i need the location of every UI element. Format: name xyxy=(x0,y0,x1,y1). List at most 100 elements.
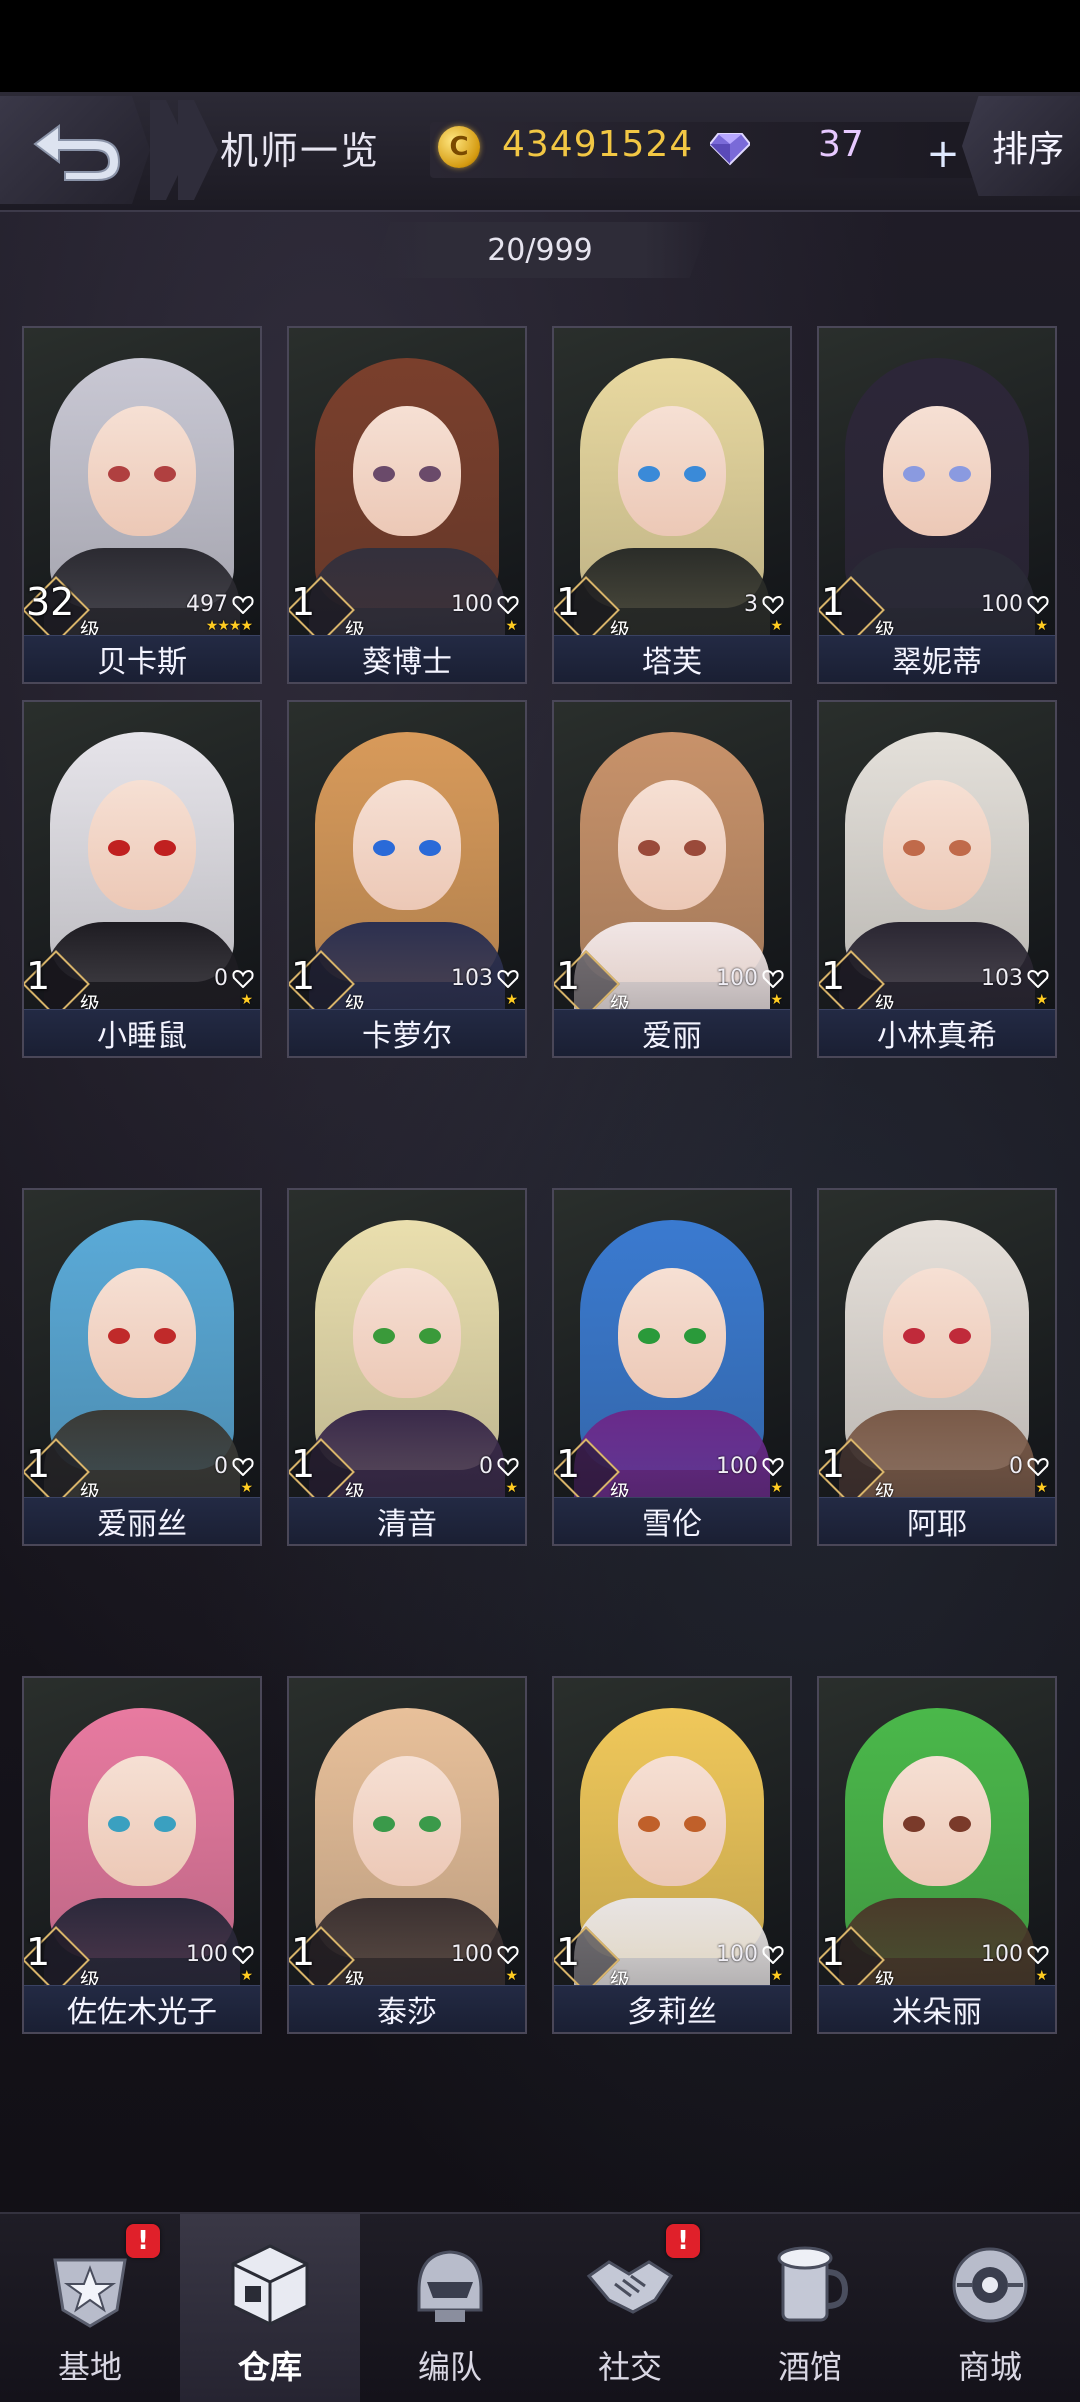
level-badge: 1级 xyxy=(819,1926,895,1994)
pilot-stat: 0 xyxy=(214,966,254,991)
stat-value: 103 xyxy=(981,966,1023,991)
star-rating: ★ xyxy=(505,1480,518,1496)
pilot-stat: 100 xyxy=(716,1942,784,1967)
warehouse-box-icon xyxy=(231,2244,309,2326)
handshake-icon xyxy=(586,2260,674,2314)
star-rating: ★ xyxy=(240,992,253,1008)
level-number: 1 xyxy=(821,954,846,998)
portrait-face xyxy=(88,1268,196,1398)
affection-heart-icon xyxy=(762,1457,784,1476)
level-number: 1 xyxy=(26,1930,51,1974)
nav-social[interactable]: 社交 ! xyxy=(540,2214,720,2402)
stat-value: 100 xyxy=(981,592,1023,617)
nav-formation[interactable]: 编队 xyxy=(360,2214,540,2402)
pilot-name: 多莉丝 xyxy=(554,1985,790,2032)
affection-heart-icon xyxy=(1027,595,1049,614)
pilot-card[interactable]: 32 级 497 ★★★★ 贝卡斯 xyxy=(22,326,262,684)
portrait-eye xyxy=(419,466,441,482)
pilot-card[interactable]: 1 级 103 ★ 卡萝尔 xyxy=(287,700,527,1058)
portrait-eye xyxy=(684,1816,706,1832)
nav-label: 商城 xyxy=(957,2348,1022,2386)
portrait-eye xyxy=(684,1328,706,1344)
level-number: 1 xyxy=(26,1442,51,1486)
page-title: 机师一览 xyxy=(220,129,381,173)
alert-badge: ! xyxy=(666,2224,700,2258)
portrait-eye xyxy=(903,1816,925,1832)
pilot-stat: 0 xyxy=(479,1454,519,1479)
pilot-card[interactable]: 1 级 100 ★ 米朵丽 xyxy=(817,1676,1057,2034)
portrait-face xyxy=(618,1756,726,1886)
affection-heart-icon xyxy=(497,1945,519,1964)
level-badge: 1级 xyxy=(819,576,895,644)
sort-button[interactable]: 排序 xyxy=(962,96,1080,196)
level-number: 1 xyxy=(821,1930,846,1974)
star-rating: ★ xyxy=(1035,618,1048,634)
pilot-card[interactable]: 1 级 100 ★ 翠妮蒂 xyxy=(817,326,1057,684)
pilot-card[interactable]: 1 级 103 ★ 小林真希 xyxy=(817,700,1057,1058)
level-badge: 1级 xyxy=(819,1438,895,1506)
nav-tavern[interactable]: 酒馆 xyxy=(720,2214,900,2402)
level-number: 1 xyxy=(291,954,316,998)
pilot-card[interactable]: 1 级 100 ★ 泰莎 xyxy=(287,1676,527,2034)
level-badge: 1级 xyxy=(554,576,630,644)
pilot-name: 卡萝尔 xyxy=(289,1009,525,1056)
portrait-eye xyxy=(108,1328,130,1344)
level-badge: 1级 xyxy=(289,1438,365,1506)
portrait-eye xyxy=(419,1328,441,1344)
pilot-stat: 100 xyxy=(981,1942,1049,1967)
pilot-card[interactable]: 1 级 100 ★ 葵博士 xyxy=(287,326,527,684)
portrait-face xyxy=(618,1268,726,1398)
pilot-card[interactable]: 1 级 0 ★ 爱丽丝 xyxy=(22,1188,262,1546)
back-button[interactable] xyxy=(0,96,150,204)
alert-badge: ! xyxy=(126,2224,160,2258)
nav-warehouse[interactable]: 仓库 xyxy=(180,2214,360,2402)
star-rating: ★ xyxy=(505,1968,518,1984)
affection-heart-icon xyxy=(497,1457,519,1476)
portrait-face xyxy=(618,406,726,536)
pilot-name: 清音 xyxy=(289,1497,525,1544)
stat-value: 100 xyxy=(716,966,758,991)
level-number: 1 xyxy=(291,580,316,624)
pilot-card[interactable]: 1 级 100 ★ 雪伦 xyxy=(552,1188,792,1546)
nav-base[interactable]: 基地 ! xyxy=(0,2214,180,2402)
level-number: 1 xyxy=(26,954,51,998)
level-number: 1 xyxy=(291,1442,316,1486)
portrait-eye xyxy=(949,466,971,482)
pilot-stat: 0 xyxy=(1009,1454,1049,1479)
portrait-eye xyxy=(373,1328,395,1344)
portrait-eye xyxy=(154,840,176,856)
shop-orb-icon xyxy=(952,2247,1028,2323)
star-rating: ★ xyxy=(240,1968,253,1984)
level-badge: 1级 xyxy=(554,1926,630,1994)
level-badge: 1级 xyxy=(289,576,365,644)
portrait-eye xyxy=(638,1816,660,1832)
pilot-card[interactable]: 1 级 100 ★ 佐佐木光子 xyxy=(22,1676,262,2034)
pilot-name: 佐佐木光子 xyxy=(24,1985,260,2032)
formation-helmet-icon xyxy=(417,2250,483,2322)
pilot-card[interactable]: 1 级 100 ★ 爱丽 xyxy=(552,700,792,1058)
portrait-face xyxy=(353,1268,461,1398)
star-rating: ★ xyxy=(770,618,783,634)
add-gems-button[interactable]: + xyxy=(920,131,966,177)
pilot-card[interactable]: 1 级 0 ★ 小睡鼠 xyxy=(22,700,262,1058)
pilot-card[interactable]: 1 级 0 ★ 阿耶 xyxy=(817,1188,1057,1546)
nav-label: 酒馆 xyxy=(777,2348,842,2386)
level-number: 32 xyxy=(26,580,75,624)
pilot-card[interactable]: 1 级 0 ★ 清音 xyxy=(287,1188,527,1546)
pilot-name: 泰莎 xyxy=(289,1985,525,2032)
affection-heart-icon xyxy=(1027,1457,1049,1476)
nav-shop[interactable]: 商城 xyxy=(900,2214,1080,2402)
portrait-eye xyxy=(638,1328,660,1344)
portrait-face xyxy=(88,406,196,536)
pilot-name: 塔芙 xyxy=(554,635,790,682)
affection-heart-icon xyxy=(1027,969,1049,988)
pilot-stat: 0 xyxy=(214,1454,254,1479)
pilot-card[interactable]: 1 级 3 ★ 塔芙 xyxy=(552,326,792,684)
level-badge: 1级 xyxy=(289,950,365,1018)
pilot-card[interactable]: 1 级 100 ★ 多莉丝 xyxy=(552,1676,792,2034)
pilot-name: 小林真希 xyxy=(819,1009,1055,1056)
portrait-face xyxy=(618,780,726,910)
star-rating: ★ xyxy=(770,992,783,1008)
level-number: 1 xyxy=(556,580,581,624)
stat-value: 100 xyxy=(716,1454,758,1479)
